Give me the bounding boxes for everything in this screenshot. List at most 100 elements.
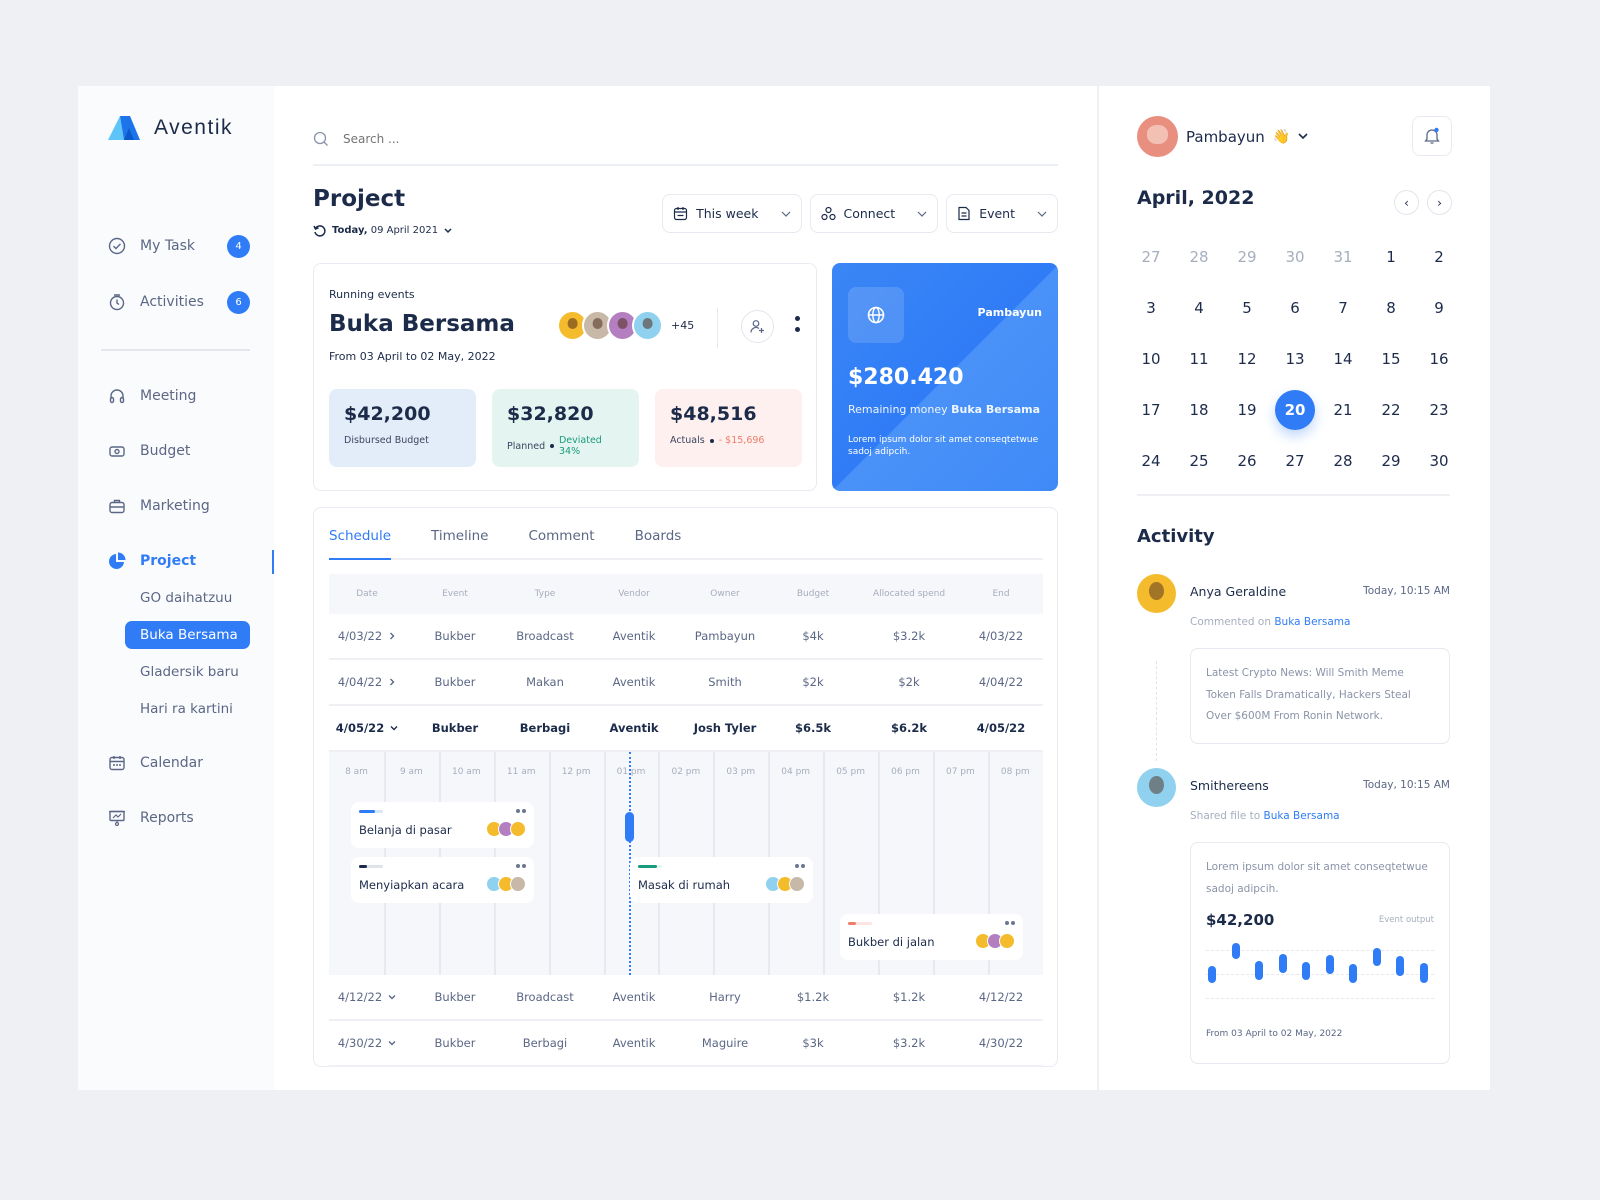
- calendar-day[interactable]: 19: [1223, 390, 1271, 430]
- prev-month-button[interactable]: ‹: [1394, 190, 1419, 215]
- calendar-day[interactable]: 2: [1415, 237, 1463, 277]
- calendar-day[interactable]: 7: [1319, 288, 1367, 328]
- table-row[interactable]: 4/05/22 Bukber Berbagi Aventik Josh Tyler $6.…: [329, 706, 1043, 752]
- user-menu[interactable]: Pambayun 👋: [1137, 116, 1308, 157]
- column-header[interactable]: Budget: [767, 589, 859, 599]
- column-header[interactable]: Allocated spend: [859, 589, 959, 599]
- calendar-day[interactable]: 28: [1175, 237, 1223, 277]
- calendar-day[interactable]: 12: [1223, 339, 1271, 379]
- calendar-day[interactable]: 11: [1175, 339, 1223, 379]
- calendar-day[interactable]: 27: [1127, 237, 1175, 277]
- next-month-button[interactable]: ›: [1427, 190, 1452, 215]
- cell-text: Broadcast: [516, 629, 574, 643]
- timeline-task[interactable]: Bukber di jalan: [840, 914, 1023, 960]
- column-header[interactable]: Owner: [683, 589, 767, 599]
- sidebar-item-my-task[interactable]: My Task 4: [108, 231, 250, 261]
- project-sub-item[interactable]: Gladersik baru: [125, 658, 250, 686]
- calendar-day[interactable]: 28: [1319, 441, 1367, 481]
- column-header[interactable]: Event: [405, 589, 505, 599]
- date-selector[interactable]: Today, 09 April 2021: [313, 224, 452, 237]
- project-sub-item-active[interactable]: Buka Bersama: [125, 621, 250, 649]
- table-row[interactable]: 4/30/22 Bukber Berbagi Aventik Maguire $3k $3.…: [329, 1021, 1043, 1067]
- member-avatars[interactable]: +45: [557, 310, 694, 341]
- task-options-icon[interactable]: [516, 864, 526, 868]
- sidebar-item-budget[interactable]: Budget: [108, 436, 250, 466]
- more-options-button[interactable]: [795, 316, 801, 332]
- calendar-day[interactable]: 14: [1319, 339, 1367, 379]
- calendar-day[interactable]: 16: [1415, 339, 1463, 379]
- sidebar-item-meeting[interactable]: Meeting: [108, 381, 250, 411]
- calendar-day[interactable]: 8: [1367, 288, 1415, 328]
- add-user-button[interactable]: [741, 310, 774, 343]
- current-time-handle[interactable]: [625, 812, 634, 842]
- calendar-day[interactable]: 30: [1415, 441, 1463, 481]
- project-sub-item[interactable]: GO daihatzuu: [125, 584, 250, 612]
- tab-boards[interactable]: Boards: [635, 528, 682, 558]
- table-row[interactable]: 4/04/22 Bukber Makan Aventik Smith $2k $2k 4/04…: [329, 660, 1043, 706]
- sidebar-item-project[interactable]: Project: [108, 546, 250, 576]
- chevron-down-icon[interactable]: [388, 993, 396, 1001]
- tab-schedule[interactable]: Schedule: [329, 528, 392, 560]
- calendar-day[interactable]: 15: [1367, 339, 1415, 379]
- notifications-button[interactable]: [1412, 116, 1452, 156]
- chevron-right-icon[interactable]: [388, 632, 396, 640]
- day-number: 28: [1189, 247, 1209, 266]
- chevron-right-icon[interactable]: [388, 678, 396, 686]
- timeline-task[interactable]: Belanja di pasar: [351, 802, 534, 848]
- logo[interactable]: Aventik: [108, 116, 233, 140]
- calendar-day[interactable]: 17: [1127, 390, 1175, 430]
- timeline-task[interactable]: Menyiapkan acara: [351, 857, 534, 903]
- timeline-task[interactable]: Masak di rumah: [630, 857, 813, 903]
- task-options-icon[interactable]: [516, 809, 526, 813]
- calendar-day[interactable]: 27: [1271, 441, 1319, 481]
- table-row[interactable]: 4/03/22 Bukber Broadcast Aventik Pambayun $4k…: [329, 614, 1043, 660]
- activity-target-link[interactable]: Buka Bersama: [1264, 810, 1340, 822]
- balance-card[interactable]: Pambayun $280.420 Remaining money Buka B…: [832, 263, 1058, 491]
- column-header[interactable]: End: [959, 589, 1043, 599]
- day-number: 29: [1381, 451, 1401, 470]
- this-week-dropdown[interactable]: This week: [662, 194, 802, 233]
- sidebar-item-marketing[interactable]: Marketing: [108, 491, 250, 521]
- column-header[interactable]: Vendor: [585, 589, 683, 599]
- calendar-day[interactable]: 13: [1271, 339, 1319, 379]
- calendar-day[interactable]: 29: [1367, 441, 1415, 481]
- calendar-day[interactable]: 9: [1415, 288, 1463, 328]
- tab-timeline[interactable]: Timeline: [431, 528, 488, 558]
- calendar-day[interactable]: 22: [1367, 390, 1415, 430]
- sidebar-item-reports[interactable]: Reports: [108, 803, 250, 833]
- cell-text: 4/04/22: [978, 675, 1024, 689]
- stat-label: Actuals: [670, 435, 705, 446]
- calendar-day[interactable]: 5: [1223, 288, 1271, 328]
- task-options-icon[interactable]: [1005, 921, 1015, 925]
- connect-dropdown[interactable]: Connect: [809, 194, 939, 233]
- column-header[interactable]: Type: [505, 589, 585, 599]
- calendar-day[interactable]: 1: [1367, 237, 1415, 277]
- shared-file-card[interactable]: Lorem ipsum dolor sit amet conseqtetwue …: [1190, 842, 1450, 1064]
- task-options-icon[interactable]: [795, 864, 805, 868]
- table-row[interactable]: 4/12/22 Bukber Broadcast Aventik Harry $1.2k $…: [329, 975, 1043, 1021]
- calendar-day[interactable]: 23: [1415, 390, 1463, 430]
- calendar-day[interactable]: 10: [1127, 339, 1175, 379]
- sidebar-item-activities[interactable]: Activities 6: [108, 287, 250, 317]
- sidebar-item-calendar[interactable]: Calendar: [108, 748, 250, 778]
- calendar-day[interactable]: 30: [1271, 237, 1319, 277]
- calendar-day[interactable]: 24: [1127, 441, 1175, 481]
- project-sub-item[interactable]: Hari ra kartini: [125, 695, 250, 723]
- calendar-day[interactable]: 3: [1127, 288, 1175, 328]
- calendar-day[interactable]: 31: [1319, 237, 1367, 277]
- search-input[interactable]: [343, 132, 643, 146]
- event-dropdown[interactable]: Event: [946, 194, 1058, 233]
- calendar-day[interactable]: 21: [1319, 390, 1367, 430]
- calendar-day[interactable]: 29: [1223, 237, 1271, 277]
- calendar-day[interactable]: 26: [1223, 441, 1271, 481]
- chevron-down-icon[interactable]: [388, 1039, 396, 1047]
- calendar-day[interactable]: 6: [1271, 288, 1319, 328]
- activity-target-link[interactable]: Buka Bersama: [1274, 616, 1350, 628]
- column-header[interactable]: Date: [329, 589, 405, 599]
- chevron-down-icon[interactable]: [390, 724, 398, 732]
- calendar-day[interactable]: 18: [1175, 390, 1223, 430]
- calendar-day-selected[interactable]: 20: [1271, 389, 1319, 430]
- calendar-day[interactable]: 4: [1175, 288, 1223, 328]
- calendar-day[interactable]: 25: [1175, 441, 1223, 481]
- tab-comment[interactable]: Comment: [528, 528, 594, 558]
